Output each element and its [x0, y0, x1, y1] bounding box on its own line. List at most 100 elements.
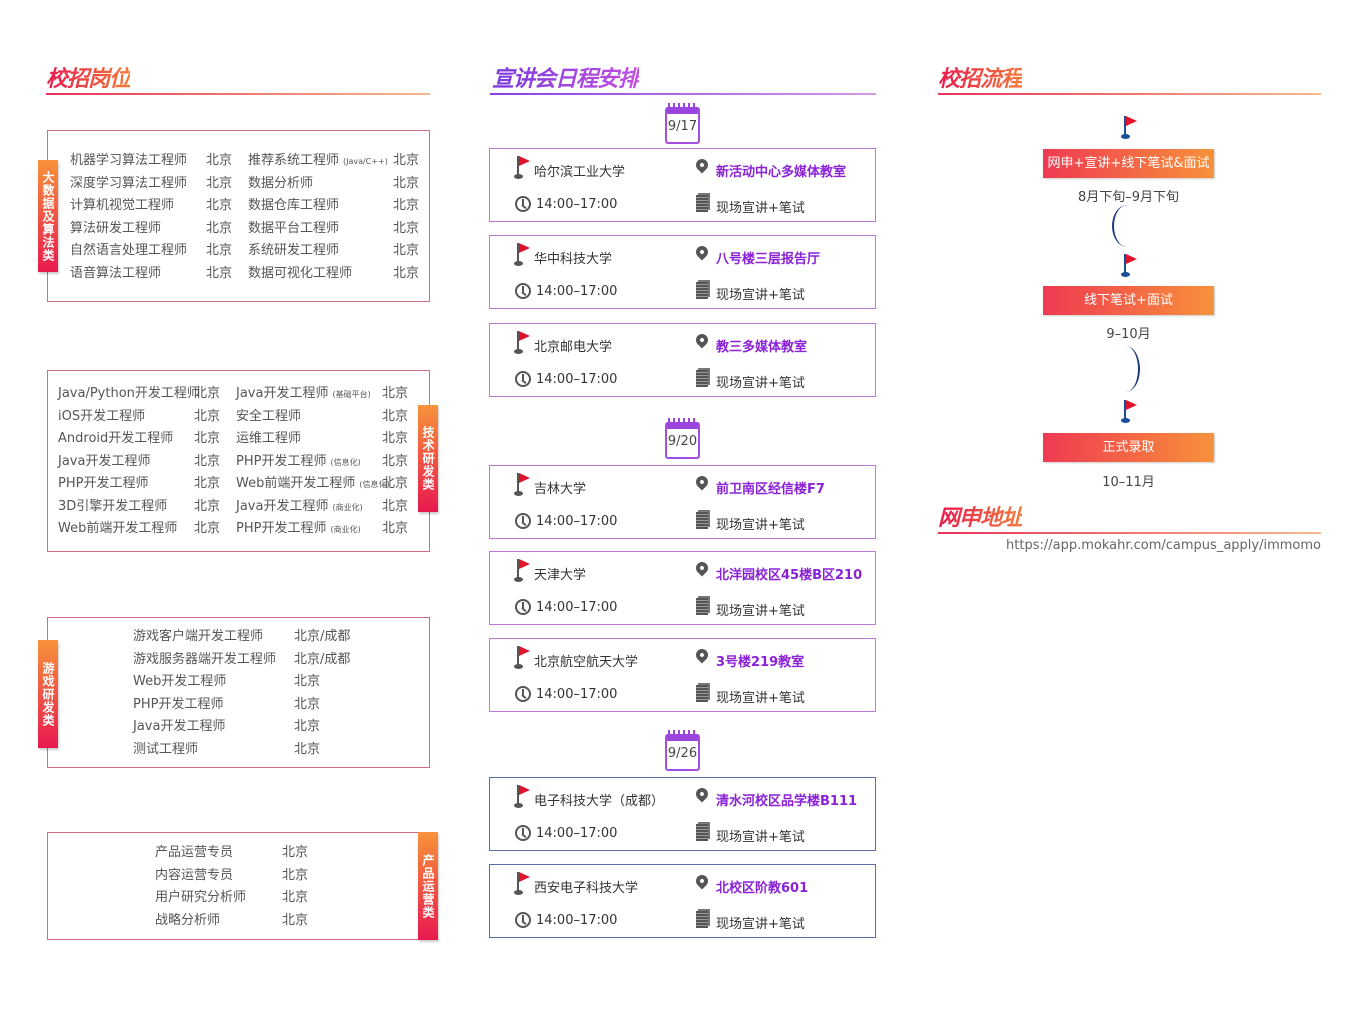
job-city: 北京	[382, 476, 409, 491]
session-time: 14:00–17:00	[536, 284, 618, 299]
job-title-text: 安全工程师	[236, 408, 302, 424]
positions-title: 校招岗位	[46, 67, 131, 92]
session-type: 现场宣讲+笔试	[716, 691, 805, 706]
job-city: 北京	[282, 867, 309, 883]
location-pin-icon	[693, 243, 711, 261]
location-pin-icon	[693, 785, 711, 803]
location-pin-icon	[693, 156, 711, 174]
school-name: 北京邮电大学	[534, 340, 613, 355]
school-name: 北京航空航天大学	[534, 655, 639, 670]
session-time: 14:00–17:00	[536, 197, 618, 212]
apply-url-link[interactable]: https://app.mokahr.com/campus_apply/immo…	[1006, 538, 1321, 553]
job-title: PHP开发工程师 (信息化)	[236, 454, 361, 471]
flag-icon	[514, 872, 530, 896]
job-title-text: 数据可视化工程师	[248, 266, 353, 281]
clock-icon	[515, 371, 531, 387]
document-icon	[696, 824, 708, 841]
job-category-tag: 游戏研发类	[38, 640, 58, 748]
job-title: 用户研究分析师	[155, 890, 247, 906]
job-title: 安全工程师	[236, 409, 301, 425]
job-city: 北京	[382, 521, 409, 536]
job-city: 北京	[206, 153, 233, 168]
job-city: 北京	[393, 153, 420, 168]
flag-icon	[514, 331, 530, 355]
job-title: 推荐系统工程师 (Java/C++)	[248, 153, 388, 170]
job-city: 北京	[294, 696, 321, 712]
calendar-icon: 9/20	[665, 418, 700, 459]
divider	[938, 93, 1321, 95]
flag-icon	[514, 559, 530, 583]
connector-arc	[1112, 205, 1142, 247]
job-city: 北京	[393, 266, 420, 281]
session-time: 14:00–17:00	[536, 600, 618, 615]
job-title: PHP开发工程师	[58, 476, 149, 491]
job-title-text: Web前端开发工程师	[236, 476, 356, 491]
job-title-text: 数据平台工程师	[248, 220, 340, 236]
process-step: 线下笔试+面试	[1043, 286, 1214, 315]
job-title: 机器学习算法工程师	[70, 153, 188, 168]
job-city: 北京	[382, 498, 409, 514]
location-pin-icon	[693, 872, 711, 890]
apply-title: 网申地址	[938, 506, 1023, 531]
job-city: 北京	[282, 890, 309, 906]
job-city: 北京	[393, 198, 420, 214]
job-title: Java开发工程师 (商业化)	[236, 499, 363, 516]
job-city: 北京	[194, 476, 221, 491]
job-city: 北京/成都	[294, 629, 351, 644]
flag-icon	[1121, 400, 1137, 424]
session-card: 华中科技大学 八号楼三层报告厅 14:00–17:00 现场宣讲+笔试	[489, 235, 876, 309]
calendar-icon: 9/17	[665, 103, 700, 144]
process-period: 8月下旬–9月下旬	[1077, 190, 1180, 205]
job-city: 北京	[382, 386, 409, 401]
job-title-text: 运维工程师	[236, 431, 302, 446]
job-title: 数据分析师	[248, 176, 313, 192]
job-city: 北京	[382, 431, 409, 446]
job-city: 北京	[194, 498, 221, 514]
session-card: 电子科技大学（成都） 清水河校区品学楼B111 14:00–17:00 现场宣讲+笔试	[489, 777, 876, 851]
session-location: 清水河校区品学楼B111	[716, 794, 858, 809]
session-location: 北校区阶教601	[716, 881, 809, 896]
job-title: Web开发工程师	[133, 674, 227, 690]
job-group-box	[47, 832, 430, 940]
flag-icon	[514, 156, 530, 180]
session-location: 3号楼219教室	[716, 655, 805, 670]
job-city: 北京/成都	[294, 651, 351, 667]
job-title: Android开发工程师	[58, 431, 174, 446]
school-name: 天津大学	[534, 568, 587, 583]
job-city: 北京	[206, 243, 233, 259]
schedule-title: 宣讲会日程安排	[492, 67, 640, 92]
job-title: 深度学习算法工程师	[70, 175, 188, 191]
job-category-tag: 大数据及算法类	[38, 160, 58, 272]
job-title: Java开发工程师	[133, 719, 226, 735]
job-title: 系统研发工程师	[248, 243, 339, 259]
session-card: 北京邮电大学 教三多媒体教室 14:00–17:00 现场宣讲+笔试	[489, 323, 876, 397]
document-icon	[696, 195, 708, 212]
document-icon	[696, 598, 708, 615]
clock-icon	[515, 513, 531, 529]
job-city: 北京	[382, 408, 409, 424]
job-city: 北京	[206, 175, 233, 191]
job-title: 自然语言处理工程师	[70, 243, 188, 259]
job-title: 数据平台工程师	[248, 221, 339, 237]
job-title-text: PHP开发工程师	[236, 453, 327, 469]
job-note: (商业化)	[332, 502, 363, 512]
job-title-text: 数据分析师	[248, 175, 314, 191]
job-city: 北京	[194, 408, 221, 424]
session-type: 现场宣讲+笔试	[716, 288, 805, 303]
session-type: 现场宣讲+笔试	[716, 201, 805, 216]
divider	[490, 93, 876, 95]
flag-icon	[1121, 254, 1137, 278]
job-city: 北京	[282, 912, 309, 928]
job-category-tag: 产品运营类	[418, 832, 438, 940]
location-pin-icon	[693, 473, 711, 491]
job-title: Java开发工程师 (基础平台)	[236, 386, 371, 403]
session-type: 现场宣讲+笔试	[716, 376, 805, 391]
flag-icon	[514, 473, 530, 497]
job-title-text: Java开发工程师	[236, 498, 329, 514]
clock-icon	[515, 196, 531, 212]
session-type: 现场宣讲+笔试	[716, 604, 805, 619]
job-title-text: 系统研发工程师	[248, 243, 340, 259]
job-title: 运维工程师	[236, 431, 301, 447]
job-city: 北京	[194, 431, 221, 446]
process-step: 网申+宣讲+线下笔试&面试	[1043, 149, 1214, 178]
